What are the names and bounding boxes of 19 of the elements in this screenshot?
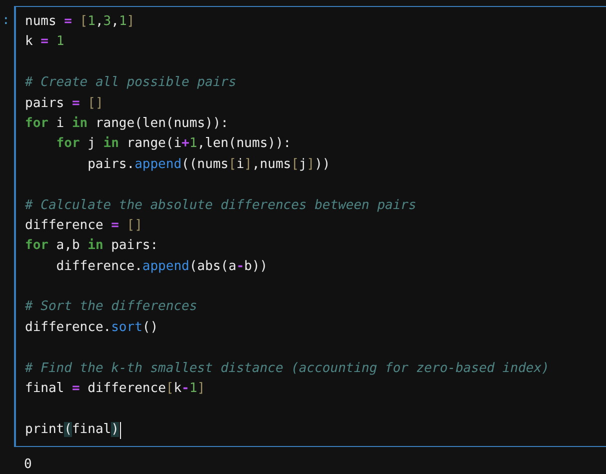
cell-output: 0 xyxy=(24,457,32,472)
code-cell[interactable] xyxy=(14,6,606,448)
code-line: pairs.append((nums[i],nums[j])) xyxy=(88,156,330,174)
code-line: final = difference[k-1] xyxy=(25,380,206,398)
code-line: # Calculate the absolute differences between pairs xyxy=(25,196,416,215)
code-line: pairs = [] xyxy=(25,94,104,113)
code-line: print(final) xyxy=(25,420,119,439)
code-line: # Find the k-th smallest distance (accounting for zero-based index) xyxy=(25,360,550,378)
code-line: for a,b in pairs: xyxy=(25,237,158,256)
code-line: difference = [] xyxy=(25,216,142,235)
code-line: # Sort the differences xyxy=(25,298,198,316)
code-line: difference.sort() xyxy=(25,318,158,337)
code-line: for j in range(i+1,len(nums)): xyxy=(56,135,292,154)
cell-prompt: : xyxy=(1,12,11,30)
code-line: k = 1 xyxy=(25,33,64,52)
code-line: difference.append(abs(a-b)) xyxy=(56,258,268,276)
code-line: # Create all possible pairs xyxy=(25,74,236,92)
code-line: for i in range(len(nums)): xyxy=(25,114,229,133)
code-line: nums = [1,3,1] xyxy=(25,13,135,31)
